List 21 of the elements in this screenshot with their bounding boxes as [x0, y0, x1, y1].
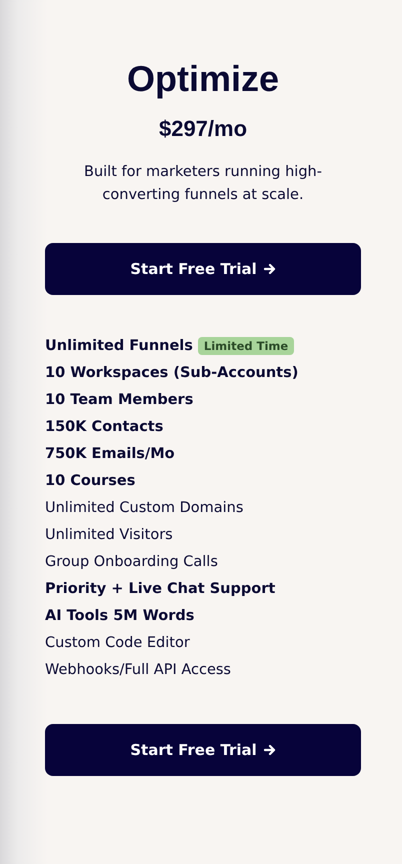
feature-text: Group Onboarding Calls	[45, 554, 218, 570]
feature-text: AI Tools 5M Words	[45, 608, 194, 624]
start-trial-button[interactable]: Start Free Trial	[45, 243, 361, 295]
plan-title: Optimize	[126, 57, 280, 101]
start-trial-button[interactable]: Start Free Trial	[45, 724, 361, 776]
feature-text: Webhooks/Full API Access	[45, 662, 231, 678]
feature-text: Unlimited Visitors	[45, 526, 173, 542]
feature-text: Unlimited Custom Domains	[45, 500, 244, 516]
feature-text: 10 Team Members	[45, 392, 194, 408]
arrow-right-icon	[264, 744, 276, 756]
limited-badge: Limited Time	[198, 336, 294, 354]
feature-text: 750K Emails/Mo	[45, 446, 175, 462]
feature-text: 150K Contacts	[45, 418, 164, 434]
feature-text: 10 Courses	[45, 472, 136, 488]
feature-text: Priority + Live Chat Support	[45, 580, 276, 596]
feature-text: Unlimited Funnels	[45, 338, 193, 354]
feature-text: Custom Code Editor	[45, 634, 190, 650]
plan-description: Built for marketers running high-converting funnels at scale.	[83, 163, 323, 205]
arrow-right-icon	[264, 263, 276, 275]
feature-text: 10 Workspaces (Sub-Accounts)	[45, 364, 298, 380]
plan-price: $297/mo	[158, 115, 248, 143]
